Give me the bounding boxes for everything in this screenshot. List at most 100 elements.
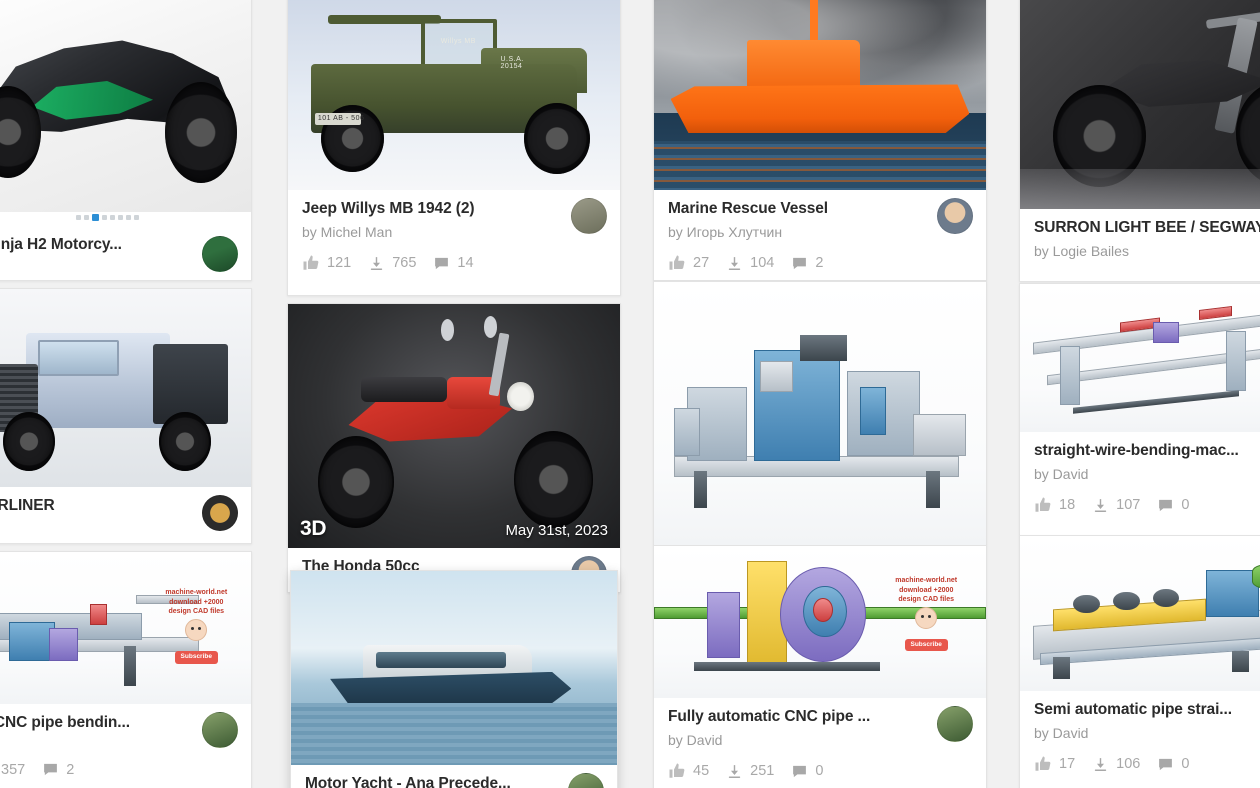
card-block-making-machine[interactable]	[653, 281, 987, 546]
avatar[interactable]	[937, 198, 973, 234]
card-thumbnail[interactable]: machine-world.net download +2000 design …	[0, 552, 251, 704]
card-title[interactable]: Fully automatic CNC pipe ...	[668, 707, 972, 727]
pinterest-style-grid: i Ninja H2 Motorcy... PERLINER	[0, 0, 1260, 788]
card-thumbnail[interactable]	[0, 289, 251, 487]
card-thumbnail[interactable]	[654, 0, 986, 190]
card-thumbnail[interactable]: Willys MB U.S.A. 20154 101 AB - 506	[288, 0, 620, 190]
card-thumbnail[interactable]	[1020, 0, 1260, 209]
stat-comments[interactable]: 0	[791, 763, 823, 780]
stat-downloads[interactable]: 104	[726, 255, 774, 272]
card-title[interactable]: Motor Yacht - Ana Precede...	[305, 774, 603, 788]
card-meta: ic CNC pipe bendin... 357 2	[0, 704, 251, 788]
card-title[interactable]: straight-wire-bending-mac...	[1034, 441, 1260, 461]
avatar[interactable]	[202, 712, 238, 748]
thumbnail-image-cnc-pipe-bender: machine-world.net download +2000 design …	[0, 552, 251, 704]
card-author[interactable]: by Logie Bailes	[1034, 242, 1260, 261]
stat-likes[interactable]: 45	[668, 762, 709, 780]
card-meta: Jeep Willys MB 1942 (2) by Michel Man 12…	[288, 190, 620, 282]
card-marine-rescue-vessel[interactable]: Marine Rescue Vessel by Игорь Хлутчин 27	[653, 0, 987, 281]
card-superliner-truck[interactable]: PERLINER	[0, 288, 252, 544]
comment-icon	[793, 765, 807, 777]
watermark: machine-world.net download +2000 design …	[873, 576, 979, 652]
stat-value: 765	[392, 255, 417, 271]
comment-icon	[793, 257, 807, 269]
media-type-badge: 3D	[300, 517, 327, 540]
card-stats: 18 107 0	[1034, 496, 1260, 514]
stat-downloads[interactable]: 251	[726, 763, 774, 780]
stat-value: 104	[750, 255, 775, 271]
card-title[interactable]: Marine Rescue Vessel	[668, 199, 972, 219]
card-thumbnail[interactable]	[0, 0, 251, 212]
stat-likes[interactable]: 121	[302, 254, 351, 272]
stat-value: 18	[1059, 497, 1076, 513]
card-thumbnail[interactable]	[1020, 536, 1260, 691]
stat-value: 357	[1, 761, 26, 778]
watermark-line-2: download +2000	[899, 586, 954, 594]
download-icon	[1094, 757, 1107, 771]
stat-downloads[interactable]: 357	[0, 761, 25, 778]
thumbnail-image-wire-bending-machine	[1020, 284, 1260, 432]
card-title[interactable]: Jeep Willys MB 1942 (2)	[302, 199, 606, 219]
card-automatic-cnc-pipe-bending[interactable]: machine-world.net download +2000 design …	[0, 551, 252, 788]
stat-value: 45	[693, 763, 710, 779]
card-thumbnail[interactable]	[1020, 284, 1260, 432]
card-semi-automatic-pipe-straightening[interactable]: Semi automatic pipe strai... by David 17…	[1019, 535, 1260, 788]
carousel-indicator[interactable]	[0, 214, 251, 221]
stat-likes[interactable]: 17	[1034, 755, 1075, 773]
card-author[interactable]: by Игорь Хлутчин	[668, 223, 972, 242]
stat-comments[interactable]: 2	[791, 255, 823, 272]
card-meta: straight-wire-bending-mac... by David 18…	[1020, 432, 1260, 524]
download-icon	[728, 764, 741, 778]
stat-likes[interactable]: 27	[668, 254, 709, 272]
card-straight-wire-bending-machine[interactable]: straight-wire-bending-mac... by David 18…	[1019, 283, 1260, 536]
card-author[interactable]: by David	[1034, 724, 1260, 743]
thumbs-up-icon	[303, 255, 319, 270]
thumbnail-image-jeep-willys: Willys MB U.S.A. 20154 101 AB - 506	[288, 0, 620, 190]
stat-downloads[interactable]: 106	[1092, 756, 1140, 773]
card-thumbnail[interactable]: 3D May 31st, 2023	[288, 304, 620, 548]
card-fully-automatic-cnc-pipe[interactable]: machine-world.net download +2000 design …	[653, 545, 987, 788]
stat-value: 17	[1059, 756, 1076, 772]
stat-downloads[interactable]: 107	[1092, 497, 1140, 514]
card-meta: Marine Rescue Vessel by Игорь Хлутчин 27	[654, 190, 986, 280]
stat-downloads[interactable]: 765	[368, 255, 416, 272]
thumbnail-image-cnc-pipe-machine: machine-world.net download +2000 design …	[654, 546, 986, 698]
subscribe-button[interactable]: Subscribe	[904, 638, 948, 652]
stat-value: 251	[750, 763, 775, 779]
card-meta: PERLINER	[0, 487, 251, 531]
card-surron-light-bee[interactable]: SURRON LIGHT BEE / SEGWAY... by Logie Ba…	[1019, 0, 1260, 282]
stat-value: 0	[1181, 756, 1190, 772]
stat-comments[interactable]: 2	[42, 761, 74, 778]
stat-value: 0	[815, 763, 824, 779]
card-author[interactable]: by David	[668, 731, 972, 750]
avatar[interactable]	[571, 198, 607, 234]
stat-comments[interactable]: 0	[1157, 756, 1189, 773]
stat-comments[interactable]: 14	[433, 255, 474, 272]
stat-value: 14	[457, 255, 474, 271]
stat-likes[interactable]: 18	[1034, 496, 1075, 514]
card-thumbnail[interactable]: machine-world.net download +2000 design …	[654, 546, 986, 698]
card-honda-50cc[interactable]: 3D May 31st, 2023 The Honda 50cc	[287, 303, 621, 593]
watermark-line-1: machine-world.net	[165, 589, 228, 597]
avatar[interactable]	[202, 495, 238, 531]
card-meta: Motor Yacht - Ana Precede...	[291, 765, 617, 788]
card-thumbnail[interactable]	[654, 282, 986, 545]
card-kawasaki-ninja-h2[interactable]: i Ninja H2 Motorcy...	[0, 0, 252, 281]
stat-value: 2	[66, 761, 75, 778]
card-author[interactable]: by David	[1034, 465, 1260, 484]
stat-value: 27	[693, 255, 710, 271]
stat-comments[interactable]: 0	[1157, 497, 1189, 514]
download-icon	[1094, 498, 1107, 512]
card-meta: Semi automatic pipe strai... by David 17…	[1020, 691, 1260, 783]
thumbnail-image-ninja-motorcycle	[0, 0, 251, 212]
avatar[interactable]	[937, 706, 973, 742]
card-author[interactable]: by Michel Man	[302, 223, 606, 242]
card-thumbnail[interactable]	[291, 571, 617, 765]
card-title[interactable]: SURRON LIGHT BEE / SEGWAY...	[1034, 218, 1260, 238]
avatar[interactable]	[202, 236, 238, 272]
card-title[interactable]: Semi automatic pipe strai...	[1034, 700, 1260, 720]
card-jeep-willys-mb-1942[interactable]: Willys MB U.S.A. 20154 101 AB - 506 Jeep …	[287, 0, 621, 296]
thumbnail-image-rescue-vessel	[654, 0, 986, 190]
subscribe-button[interactable]: Subscribe	[174, 650, 218, 664]
card-motor-yacht-ana-precede[interactable]: Motor Yacht - Ana Precede...	[290, 570, 618, 788]
